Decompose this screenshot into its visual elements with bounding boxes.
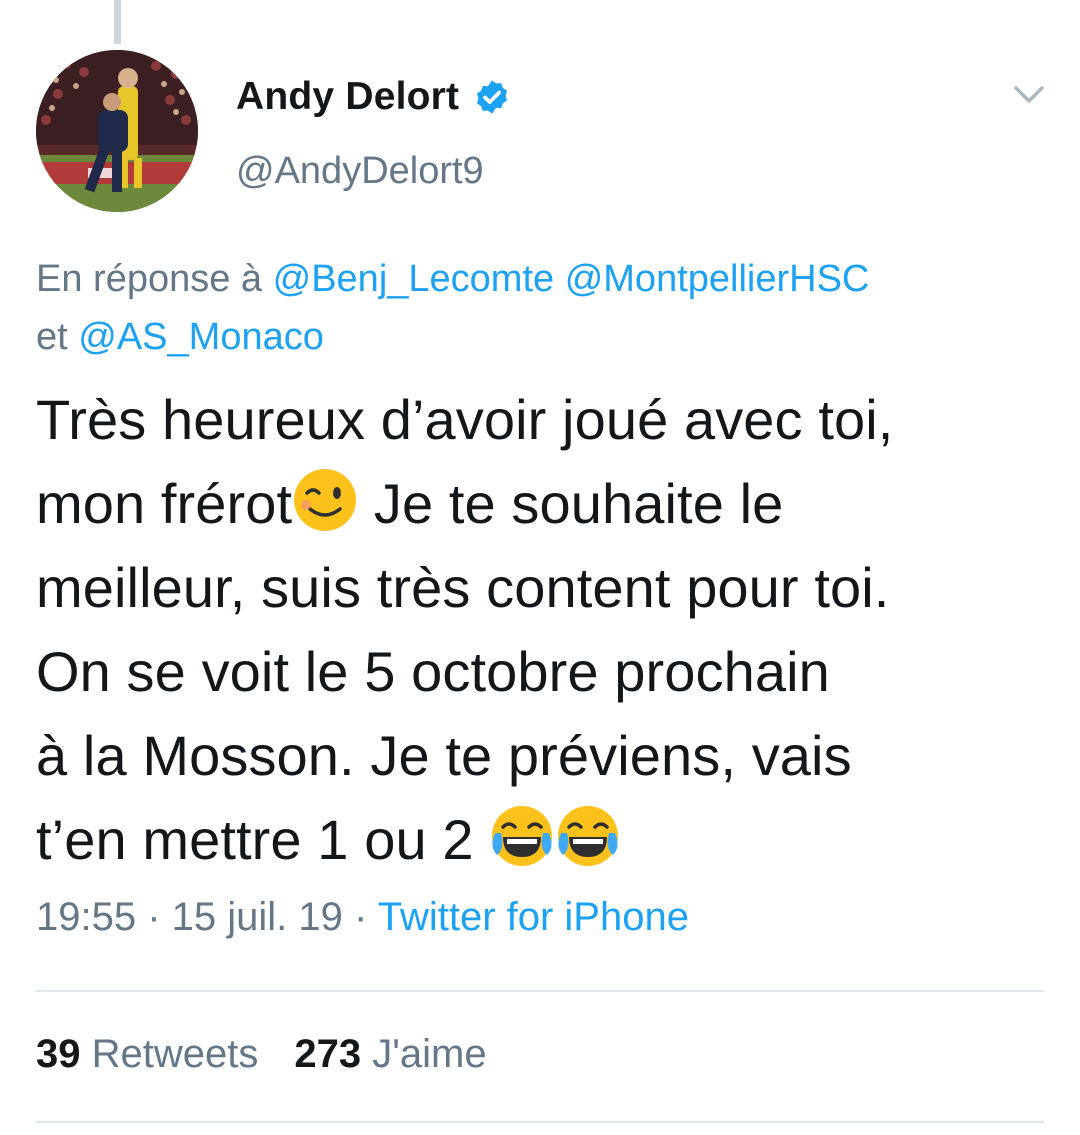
- meta-separator: ·: [136, 895, 172, 939]
- engagement-stats: 39 Retweets 273 J'aime: [36, 1032, 487, 1077]
- winking-face-emoji-icon: [292, 467, 358, 533]
- tweet-line: meilleur, suis très content pour toi.: [36, 556, 890, 619]
- reply-context: En réponse à @Benj_Lecomte @MontpellierH…: [36, 250, 1036, 366]
- tweet-fragment: t’en mettre 1 ou 2: [36, 808, 490, 871]
- tweet-line: Très heureux d’avoir joué avec toi,: [36, 388, 894, 451]
- tweet-metadata: 19:55 · 15 juil. 19 · Twitter for iPhone: [36, 895, 689, 940]
- divider: [36, 1121, 1044, 1123]
- avatar[interactable]: [36, 50, 198, 212]
- tears-of-joy-emoji-icon: [489, 803, 555, 869]
- avatar-photo-icon: [36, 50, 198, 212]
- author-handle[interactable]: @AndyDelort9: [236, 150, 484, 193]
- tweet-line: à la Mosson. Je te préviens, vais: [36, 724, 852, 787]
- tweet-time[interactable]: 19:55: [36, 895, 136, 939]
- reply-prefix: En réponse à: [36, 258, 263, 300]
- mention-link[interactable]: @Benj_Lecomte: [273, 258, 555, 300]
- likes-count: 273: [294, 1032, 362, 1076]
- tweet-line: On se voit le 5 octobre prochain: [36, 640, 830, 703]
- tears-of-joy-emoji-icon: [555, 803, 621, 869]
- tweet-date[interactable]: 15 juil. 19: [172, 895, 343, 939]
- meta-separator: ·: [342, 895, 378, 939]
- mention-link[interactable]: @MontpellierHSC: [565, 258, 870, 300]
- retweets-count: 39: [36, 1032, 81, 1076]
- thread-connector-line: [114, 0, 121, 44]
- tweet-text: Très heureux d’avoir joué avec toi, mon …: [36, 378, 1056, 882]
- tweet-line: mon frérot Je te souhaite le: [36, 462, 1056, 546]
- divider: [36, 990, 1044, 992]
- chevron-down-icon[interactable]: [1010, 80, 1048, 110]
- tweet-line: t’en mettre 1 ou 2: [36, 798, 1056, 882]
- retweets-label: Retweets: [91, 1032, 259, 1076]
- author-name[interactable]: Andy Delort: [236, 75, 459, 119]
- tweet-fragment: mon frérot: [36, 472, 293, 535]
- reply-conjunction: et: [36, 316, 68, 358]
- mention-link[interactable]: @AS_Monaco: [78, 316, 324, 358]
- tweet-source-link[interactable]: Twitter for iPhone: [378, 895, 689, 939]
- verified-badge-icon: [477, 80, 508, 114]
- likes-stat[interactable]: 273 J'aime: [294, 1032, 486, 1076]
- tweet-fragment: Je te souhaite le: [358, 472, 784, 535]
- likes-label: J'aime: [372, 1032, 487, 1076]
- author-name-row[interactable]: Andy Delort: [236, 70, 511, 124]
- retweets-stat[interactable]: 39 Retweets: [36, 1032, 258, 1076]
